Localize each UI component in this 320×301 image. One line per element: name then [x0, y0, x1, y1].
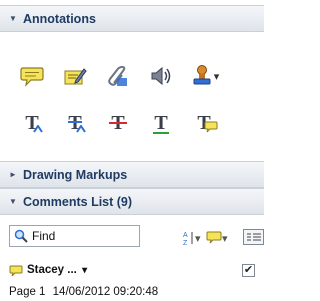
attach-file-icon[interactable]	[105, 63, 131, 89]
comment-filter-icon	[206, 231, 222, 244]
collapse-caret-icon: ▼	[9, 14, 17, 23]
comment-meta: Page 1 14/06/2012 09:20:48	[9, 286, 158, 298]
comment-author: Stacey ...	[27, 264, 77, 276]
stamp-icon	[193, 65, 211, 85]
find-box[interactable]	[9, 225, 140, 247]
drawing-markups-section-header[interactable]: ► Drawing Markups	[0, 161, 264, 188]
insert-text-icon[interactable]: T	[19, 110, 45, 136]
search-input[interactable]	[32, 229, 132, 243]
checkmark-icon: ✔	[243, 264, 254, 276]
comment-status-checkbox[interactable]: ✔	[242, 264, 255, 277]
sticky-note-icon[interactable]	[19, 63, 45, 89]
stamp-tool[interactable]: ▾	[188, 63, 222, 89]
annotations-label: Annotations	[23, 11, 96, 26]
collapse-caret-icon: ▼	[9, 197, 17, 206]
options-menu-button[interactable]	[243, 228, 264, 246]
comments-list-label: Comments List (9)	[23, 194, 133, 209]
comments-toolbar: A Z ▾ ▾	[0, 216, 264, 256]
sticky-note-comment-icon	[9, 265, 23, 277]
author-dropdown-icon: ▾	[82, 265, 88, 276]
expand-caret-icon: ►	[9, 170, 17, 179]
list-options-icon	[243, 229, 264, 245]
sort-dropdown-icon: ▾	[195, 232, 201, 245]
sort-icon: A Z	[183, 232, 193, 246]
underline-icon[interactable]: T	[148, 110, 174, 136]
svg-text:A: A	[183, 232, 188, 239]
strikethrough-icon[interactable]: T	[105, 110, 131, 136]
comment-author-dropdown[interactable]: Stacey ... ▾	[27, 264, 87, 276]
drawing-markups-label: Drawing Markups	[23, 167, 128, 182]
highlight-text-icon[interactable]	[62, 63, 88, 89]
search-icon	[14, 229, 28, 243]
annotation-tools-panel: ▾ T T T T T	[0, 33, 264, 161]
comment-page: Page 1	[9, 286, 46, 298]
replace-text-icon[interactable]: T	[62, 110, 88, 136]
comment-timestamp: 14/06/2012 09:20:48	[52, 286, 159, 298]
record-audio-icon[interactable]	[148, 63, 174, 89]
annotations-section-header[interactable]: ▼ Annotations	[0, 5, 264, 32]
filter-comments-button[interactable]: ▾	[206, 229, 228, 247]
svg-text:Z: Z	[183, 240, 188, 246]
sort-comments-button[interactable]: A Z ▾	[183, 229, 201, 247]
filter-dropdown-icon: ▾	[222, 232, 228, 245]
stamp-dropdown-icon: ▾	[213, 70, 220, 83]
comment-list-item[interactable]: Stacey ... ▾ ✔ Page 1 14/06/2012 09:20:4…	[0, 258, 264, 301]
comments-list-section-header[interactable]: ▼ Comments List (9)	[0, 188, 264, 215]
text-comment-icon[interactable]: T	[191, 110, 218, 136]
